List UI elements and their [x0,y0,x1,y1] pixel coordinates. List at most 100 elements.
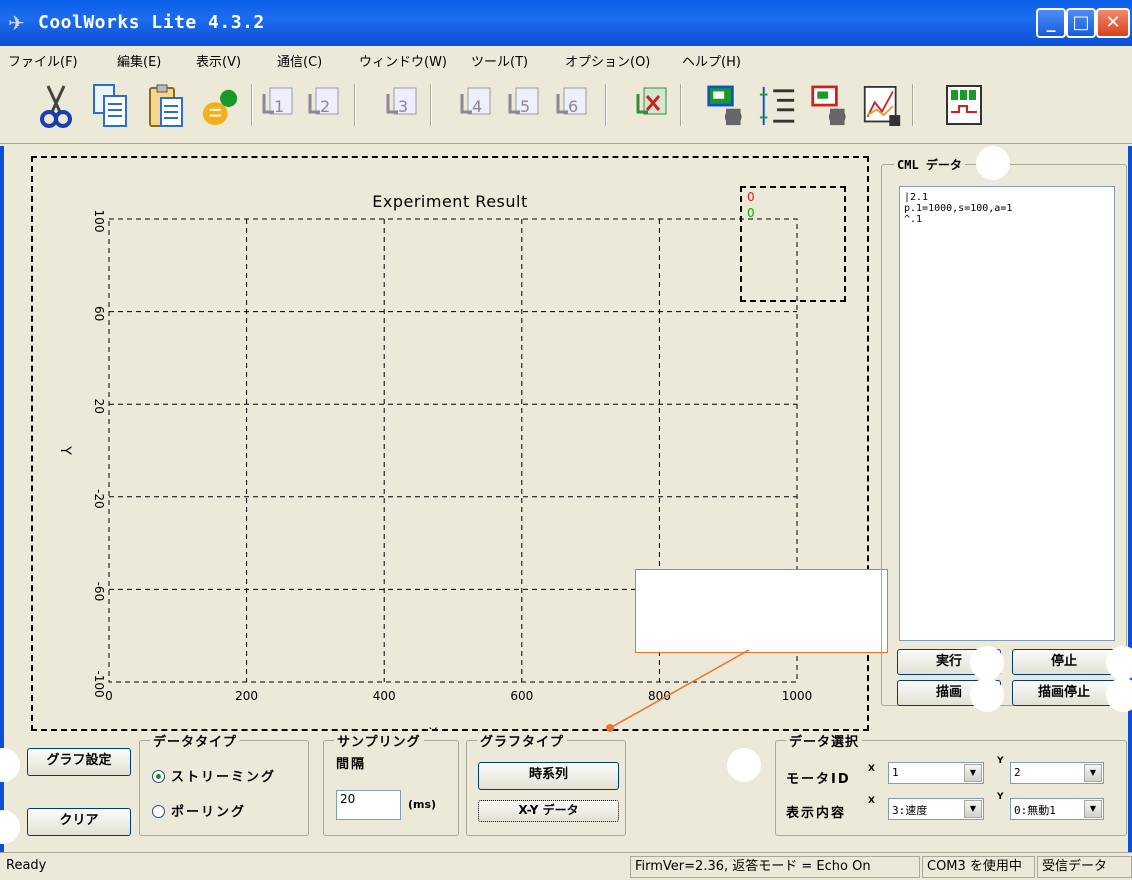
data-select-label: データ選択 [786,731,863,750]
streaming-label: ストリーミング [171,770,277,785]
maximize-button[interactable]: □ [1066,8,1096,38]
script-number: 6 [568,97,578,116]
motor-monitor-icon[interactable] [706,80,746,132]
y-tick-label: -20 [92,489,106,509]
toolbar-separator [605,84,607,126]
minimize-button[interactable]: _ [1036,8,1066,38]
sampling-interval-input[interactable]: 20 [336,790,401,820]
status-bar: Ready FirmVer=2.36, 返答モード = Echo On COM3… [0,852,1132,880]
polling-label: ポーリング [171,805,247,820]
script-4-icon[interactable]: 4 [456,80,496,132]
toolbar-separator [912,84,914,126]
content-y-value: 0:無動1 [1014,804,1056,817]
polling-radio[interactable]: ポーリング [152,801,246,820]
y-tick-label: -60 [92,582,106,602]
motor-x-select[interactable]: 1 ▼ [888,762,984,784]
cml-editor[interactable]: |2.1 p.1=1000,s=100,a=1 ^.1 [899,186,1115,641]
callout-marker [0,810,20,844]
status-port: COM3 を使用中 [922,856,1035,878]
menu-view[interactable]: 表示(V) [196,51,241,70]
graph-settings-button[interactable]: グラフ設定 [27,748,131,776]
motor-id-label: モータID [786,772,851,787]
x-axis-label: X [428,726,438,729]
motor-x-label: X [868,764,875,774]
list-indent-icon[interactable] [758,80,798,132]
streaming-radio[interactable]: ストリーミング [152,766,276,785]
menu-bar: ファイル(F) 編集(E) 表示(V) 通信(C) ウィンドウ(W) ツール(T… [0,46,1132,72]
cut-icon[interactable] [36,80,76,132]
sampling-label: サンプリング [334,731,424,750]
stop-button[interactable]: 停止 [1012,649,1116,675]
toolbar-separator [354,84,356,126]
main-area: Experiment Result 0 200 400 600 800 1000 100 60… [8,146,1132,760]
time-series-button[interactable]: 時系列 [478,762,619,790]
menu-window[interactable]: ウィンドウ(W) [359,51,447,70]
toolbar-separator [680,84,682,126]
data-type-label: データタイプ [150,731,241,750]
menu-edit[interactable]: 編集(E) [117,51,161,70]
title-bar[interactable]: ✈ CoolWorks Lite 4.3.2 _ □ ✕ [0,0,1132,46]
menu-comm[interactable]: 通信(C) [277,51,322,70]
script-number: 4 [472,97,482,116]
xy-data-button[interactable]: X-Y データ [478,800,619,822]
menu-file[interactable]: ファイル(F) [8,51,78,70]
motor-y-label: Y [997,756,1004,766]
menu-help[interactable]: ヘルプ(H) [682,51,741,70]
y-axis-label: Y [57,445,73,455]
x-tick-label: 600 [510,689,533,703]
radio-unchecked-icon [152,805,165,818]
menu-options[interactable]: オプション(O) [565,51,650,70]
graph-window-icon[interactable] [862,80,902,132]
app-icon: ✈ [8,11,25,35]
chevron-down-icon: ▼ [964,764,982,782]
maximize-icon: □ [1072,12,1090,33]
y-tick-label: 60 [92,306,106,321]
window-frame-left [0,146,4,852]
toolbar-separator [430,84,432,126]
motor-config-icon[interactable] [810,80,850,132]
data-select-group: データ選択 [775,731,1127,836]
window-title: CoolWorks Lite 4.3.2 [38,12,265,33]
y-tick-label: -100 [92,670,106,697]
close-icon: ✕ [1105,12,1121,33]
new-user-icon[interactable] [200,80,240,132]
callout-marker [976,146,1010,180]
script-number: 2 [320,97,330,116]
draw-stop-button[interactable]: 描画停止 [1012,680,1116,706]
content-x-label: X [868,796,875,806]
motor-y-value: 2 [1014,766,1021,779]
paste-icon[interactable] [146,80,186,132]
script-5-icon[interactable]: 5 [504,80,544,132]
callout-marker [970,678,1004,712]
script-x-icon[interactable] [632,80,672,132]
chevron-down-icon: ▼ [964,800,982,818]
script-1-icon[interactable]: 1 [258,80,298,132]
script-3-icon[interactable]: 3 [382,80,422,132]
toolbar: 1 2 3 4 5 6 [0,72,1132,144]
chart-legend: 0 0 [740,186,846,302]
minimize-icon: _ [1046,12,1056,33]
script-number: 3 [398,97,408,116]
callout-marker [970,646,1004,680]
script-number: 5 [520,97,530,116]
content-y-select[interactable]: 0:無動1 ▼ [1010,798,1104,820]
legend-series-2: 0 [747,206,755,220]
content-x-select[interactable]: 3:速度 ▼ [888,798,984,820]
content-label: 表示内容 [786,806,847,821]
close-button[interactable]: ✕ [1096,8,1130,38]
content-y-label: Y [997,792,1004,802]
callout-box [635,569,888,653]
clear-button[interactable]: クリア [27,808,131,836]
graph-type-label: グラフタイプ [477,731,568,750]
y-tick-label: 20 [92,399,106,414]
copy-icon[interactable] [90,80,130,132]
menu-tools[interactable]: ツール(T) [471,51,528,70]
x-tick-label: 400 [373,689,396,703]
motor-y-select[interactable]: 2 ▼ [1010,762,1104,784]
interval-label: 間隔 [336,757,367,772]
script-2-icon[interactable]: 2 [304,80,344,132]
data-type-group: データタイプ [139,731,309,836]
script-6-icon[interactable]: 6 [552,80,592,132]
panel-view-icon[interactable] [944,80,984,132]
sampling-unit: (ms) [408,798,437,811]
